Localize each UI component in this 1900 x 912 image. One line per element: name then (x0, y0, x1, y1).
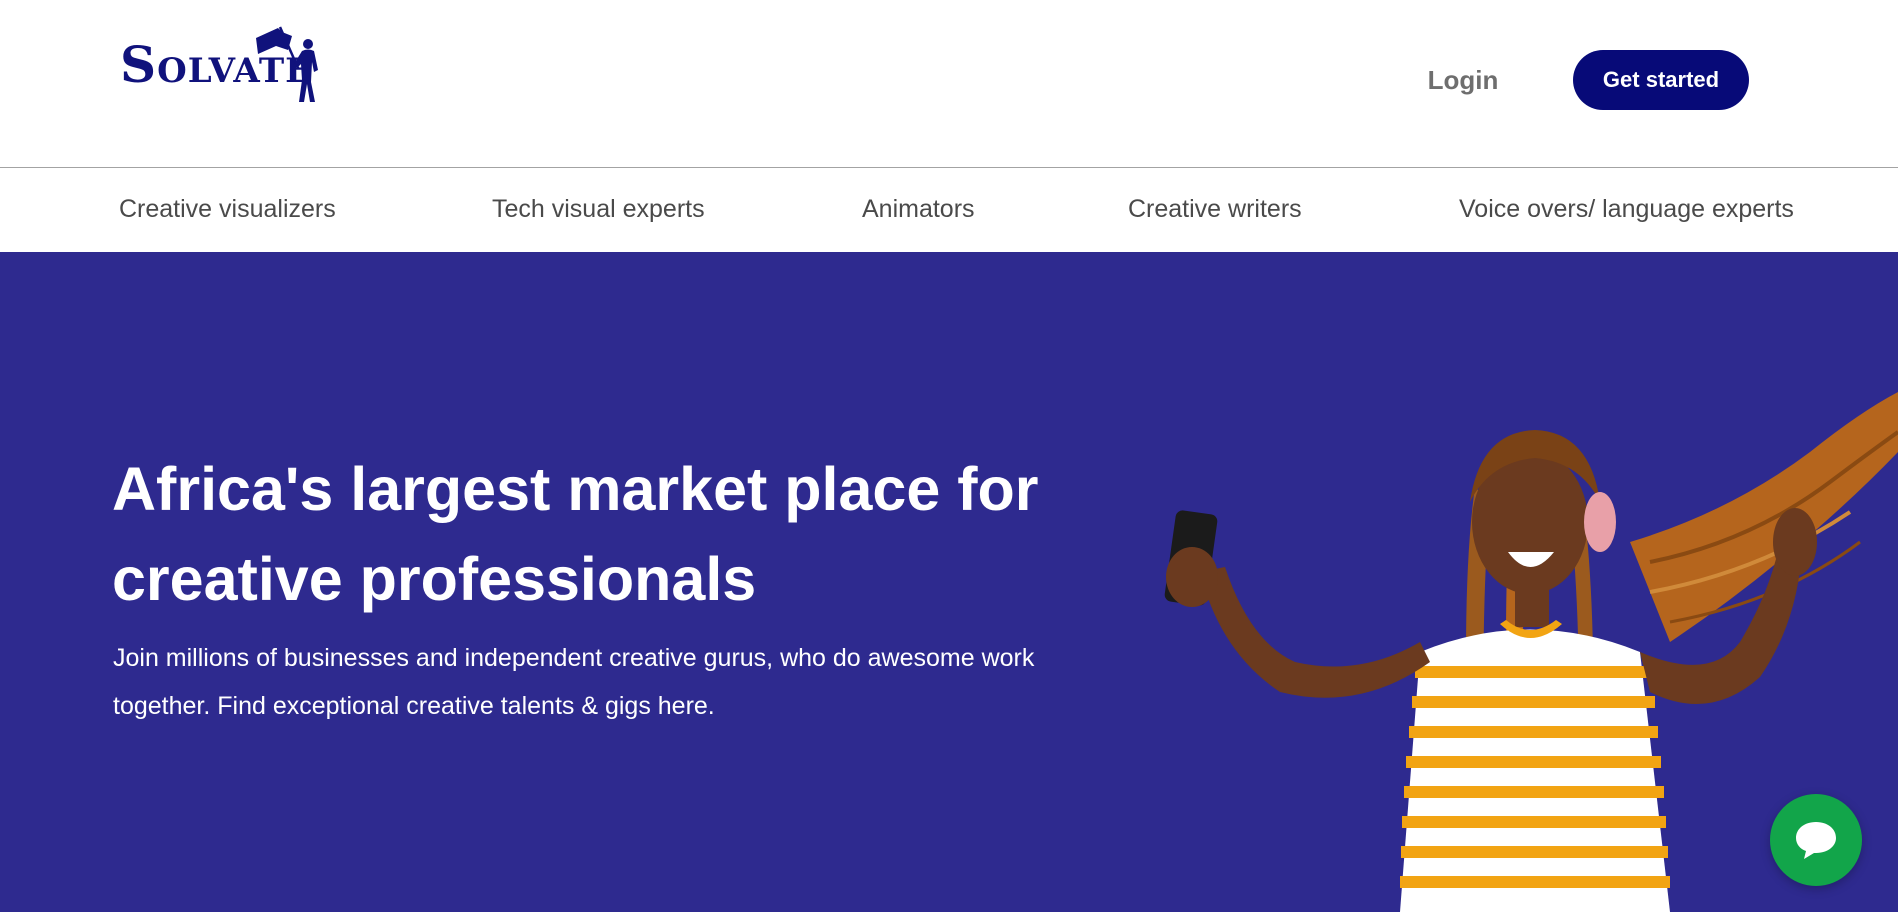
category-tech-visual-experts[interactable]: Tech visual experts (492, 187, 705, 231)
login-link[interactable]: Login (1400, 57, 1526, 103)
chat-widget-button[interactable] (1770, 794, 1862, 886)
category-animators[interactable]: Animators (862, 187, 975, 231)
chat-bubble-icon (1796, 822, 1836, 859)
category-creative-writers[interactable]: Creative writers (1128, 187, 1302, 231)
solvate-logo[interactable]: SOLVATE (120, 24, 326, 104)
get-started-button[interactable]: Get started (1573, 50, 1749, 110)
hero-section: Africa's largest market place for creati… (0, 252, 1898, 912)
site-header: SOLVATE Login Get started (0, 0, 1898, 168)
category-nav: Creative visualizers Tech visual experts… (0, 169, 1898, 252)
flag-bearer-icon (256, 26, 318, 102)
category-voice-overs-language-experts[interactable]: Voice overs/ language experts (1459, 187, 1794, 231)
page: SOLVATE Login Get started Creative visua… (0, 0, 1900, 912)
hero-subtitle: Join millions of businesses and independ… (113, 644, 1035, 720)
category-creative-visualizers[interactable]: Creative visualizers (119, 187, 336, 231)
hero-title: Africa's largest market place for creati… (112, 455, 1039, 613)
